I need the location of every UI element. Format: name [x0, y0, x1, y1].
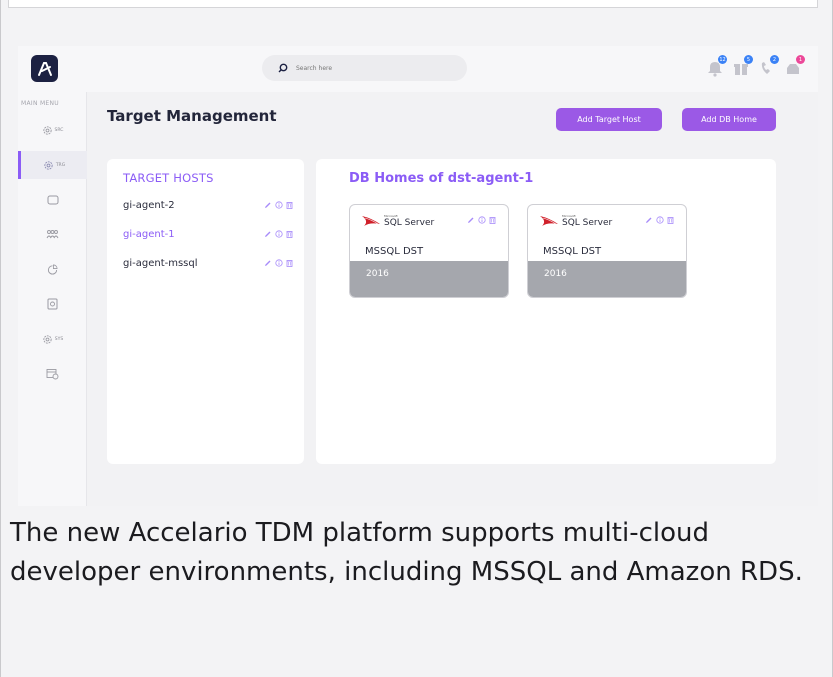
sidebar-item-database[interactable]	[18, 290, 87, 318]
top-bar: 12 5 2 1	[18, 46, 818, 92]
info-icon[interactable]	[656, 216, 664, 224]
sidebar-item-trg[interactable]: TRG	[18, 151, 87, 179]
host-name[interactable]: gi-agent-2	[123, 200, 175, 211]
database-icon	[47, 298, 58, 310]
info-icon[interactable]	[275, 259, 283, 267]
inbox-badge: 1	[796, 55, 805, 64]
host-name[interactable]: gi-agent-mssql	[123, 258, 198, 269]
calendar-icon	[46, 369, 59, 380]
search-icon	[278, 63, 288, 73]
db-homes-panel: DB Homes of dst-agent-1 Microsoft SQL Se…	[316, 159, 776, 464]
notification-gift[interactable]: 5	[733, 55, 753, 77]
app-window: 12 5 2 1 MAIN MENU	[18, 46, 818, 506]
trash-icon[interactable]	[286, 230, 293, 238]
db-home-name: MSSQL DST	[365, 246, 424, 257]
info-icon[interactable]	[275, 201, 283, 209]
edit-icon[interactable]	[264, 201, 272, 209]
add-db-home-button[interactable]: Add DB Home	[682, 108, 776, 131]
pie-chart-icon	[47, 264, 58, 275]
sidebar-item-environments[interactable]	[18, 186, 87, 214]
db-home-card[interactable]: Microsoft SQL Server MSSQL DST 2016	[349, 204, 509, 298]
sql-server-icon	[540, 216, 558, 226]
sql-server-label: SQL Server	[562, 218, 613, 228]
target-hosts-panel: TARGET HOSTS gi-agent-2 gi-agent-1 gi-ag…	[107, 159, 304, 464]
sidebar-item-label: TRG	[55, 162, 66, 168]
gear-icon	[43, 334, 52, 344]
edit-icon[interactable]	[264, 259, 272, 267]
sql-server-logo: Microsoft SQL Server	[539, 214, 612, 228]
outer-frame-strip	[8, 0, 818, 8]
accelario-logo-icon	[37, 61, 52, 76]
edit-icon[interactable]	[264, 230, 272, 238]
app-logo[interactable]	[31, 55, 58, 82]
sidebar-item-users[interactable]	[18, 220, 87, 248]
frame-border-left	[0, 0, 1, 677]
sidebar-item-reports[interactable]	[18, 255, 87, 283]
db-home-version: 2016	[528, 261, 686, 297]
trash-icon[interactable]	[286, 259, 293, 267]
bell-badge: 12	[718, 55, 727, 64]
search-input[interactable]	[296, 64, 446, 72]
sidebar-item-label: SYS	[54, 336, 64, 342]
host-name[interactable]: gi-agent-1	[123, 229, 175, 240]
host-row[interactable]: gi-agent-mssql	[123, 255, 293, 271]
notification-phone[interactable]: 2	[759, 55, 779, 77]
host-actions	[264, 259, 293, 267]
outer-frame-top	[0, 0, 833, 46]
sidebar: MAIN MENU SRC TRG SYS	[18, 92, 87, 506]
caption-text: The new Accelario TDM platform supports …	[10, 518, 803, 587]
gear-icon	[44, 160, 53, 170]
trash-icon[interactable]	[667, 216, 674, 224]
db-home-card[interactable]: Microsoft SQL Server MSSQL DST 2016	[527, 204, 687, 298]
phone-badge: 2	[770, 55, 779, 64]
host-row[interactable]: gi-agent-1	[123, 226, 293, 242]
notification-bell[interactable]: 12	[707, 55, 727, 77]
db-home-actions	[645, 216, 674, 224]
db-homes-title: DB Homes of dst-agent-1	[349, 171, 534, 186]
notification-inbox[interactable]: 1	[785, 55, 805, 77]
trash-icon[interactable]	[489, 216, 496, 224]
add-target-host-button[interactable]: Add Target Host	[556, 108, 662, 131]
sql-server-label: SQL Server	[384, 218, 435, 228]
users-icon	[46, 230, 59, 239]
sidebar-item-sys[interactable]: SYS	[18, 325, 87, 353]
page-title: Target Management	[107, 107, 277, 125]
sidebar-item-src[interactable]: SRC	[18, 116, 87, 144]
gear-icon	[42, 125, 52, 135]
sql-server-logo: Microsoft SQL Server	[361, 214, 434, 228]
main-menu-label: MAIN MENU	[21, 100, 59, 107]
sql-server-icon	[362, 216, 380, 226]
trash-icon[interactable]	[286, 201, 293, 209]
edit-icon[interactable]	[467, 216, 475, 224]
db-home-name: MSSQL DST	[543, 246, 602, 257]
rectangle-icon	[47, 195, 58, 205]
sidebar-item-scheduler[interactable]	[18, 360, 87, 388]
info-icon[interactable]	[478, 216, 486, 224]
target-hosts-title: TARGET HOSTS	[123, 171, 214, 185]
search-box[interactable]	[262, 55, 467, 81]
host-row[interactable]: gi-agent-2	[123, 197, 293, 213]
db-home-actions	[467, 216, 496, 224]
host-actions	[264, 230, 293, 238]
sidebar-item-label: SRC	[54, 127, 64, 133]
info-icon[interactable]	[275, 230, 283, 238]
host-actions	[264, 201, 293, 209]
gift-badge: 5	[744, 55, 753, 64]
db-home-version: 2016	[350, 261, 508, 297]
edit-icon[interactable]	[645, 216, 653, 224]
